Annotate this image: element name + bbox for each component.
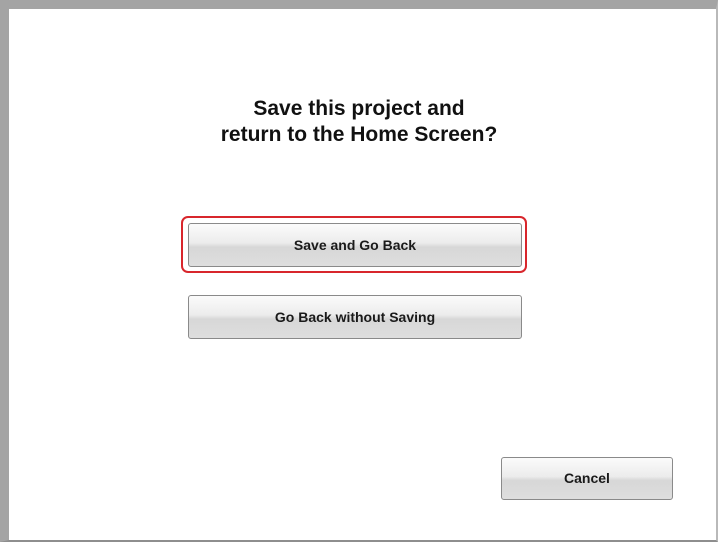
- dialog-title: Save this project and return to the Home…: [0, 96, 718, 148]
- save-and-go-back-button[interactable]: Save and Go Back: [188, 223, 522, 267]
- go-back-without-saving-button[interactable]: Go Back without Saving: [188, 295, 522, 339]
- dialog-title-line-2: return to the Home Screen?: [220, 123, 498, 146]
- dialog-title-line-1: Save this project and: [253, 97, 465, 120]
- cancel-button[interactable]: Cancel: [501, 457, 673, 500]
